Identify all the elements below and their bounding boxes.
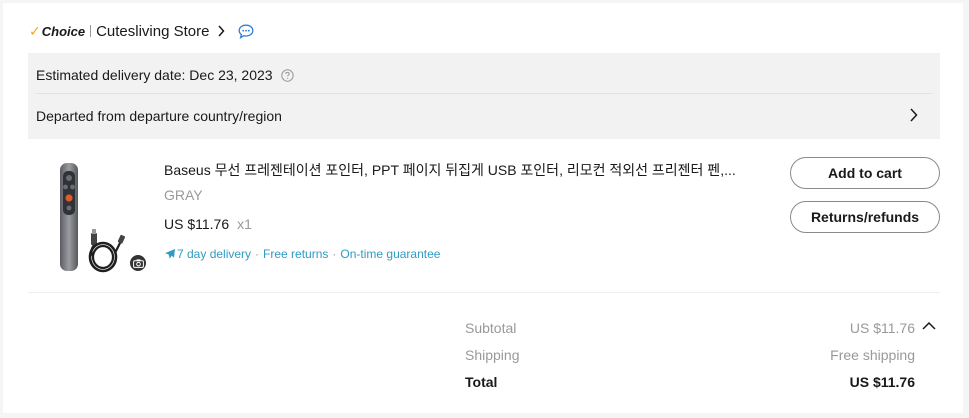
total-label: Total [465,374,498,390]
camera-icon[interactable] [128,253,148,273]
total-value: US $11.76 [849,374,915,390]
checkmark-icon: ✓ [29,22,41,39]
separator-dot: · [332,247,337,261]
shipping-label: Shipping [465,347,520,363]
subtotal-row: Subtotal US $11.76 [465,318,915,338]
delivery-info-panel: Estimated delivery date: Dec 23, 2023 De… [28,53,940,139]
divider [36,93,932,94]
returns-badge: Free returns [263,247,329,261]
product-variant: GRAY [164,187,203,203]
add-to-cart-button[interactable]: Add to cart [790,157,940,189]
guarantee-badge: On-time guarantee [340,247,441,261]
product-image[interactable] [51,161,148,277]
chevron-up-icon[interactable] [922,321,936,330]
chevron-right-icon[interactable] [909,108,918,122]
store-header: ✓ Choice Cutesliving Store [29,21,254,41]
divider [28,292,940,293]
product-quantity: x1 [237,216,252,232]
store-name-link[interactable]: Cutesliving Store [96,23,209,40]
chat-bubble-icon[interactable] [238,24,254,39]
estimated-delivery-text: Estimated delivery date: Dec 23, 2023 [36,67,273,83]
shipping-row: Shipping Free shipping [465,345,915,365]
total-row: Total US $11.76 [465,372,915,392]
returns-refunds-button[interactable]: Returns/refunds [790,201,940,233]
product-price: US $11.76 [164,216,230,232]
subtotal-label: Subtotal [465,320,517,336]
chevron-right-icon[interactable] [217,25,225,37]
estimated-delivery-row: Estimated delivery date: Dec 23, 2023 [36,65,294,85]
shipping-value: Free shipping [830,347,915,363]
delivery-badge: 7 day delivery [177,247,252,261]
divider [90,25,92,37]
separator-dot: · [255,247,260,261]
subtotal-value: US $11.76 [849,320,915,336]
airplane-icon [164,248,176,260]
service-badges: 7 day delivery · Free returns · On-time … [164,245,440,263]
product-price-row: US $11.76 x1 [164,214,252,234]
product-title-link[interactable]: Baseus 무선 프레젠테이션 포인터, PPT 페이지 뒤집게 USB 포인… [164,160,774,180]
choice-label: Choice [41,23,86,39]
choice-badge: ✓ Choice [29,23,85,40]
order-card: ✓ Choice Cutesliving Store Estimated del… [3,3,963,413]
question-circle-icon[interactable] [280,68,294,82]
tracking-status-text[interactable]: Departed from departure country/region [36,106,282,126]
